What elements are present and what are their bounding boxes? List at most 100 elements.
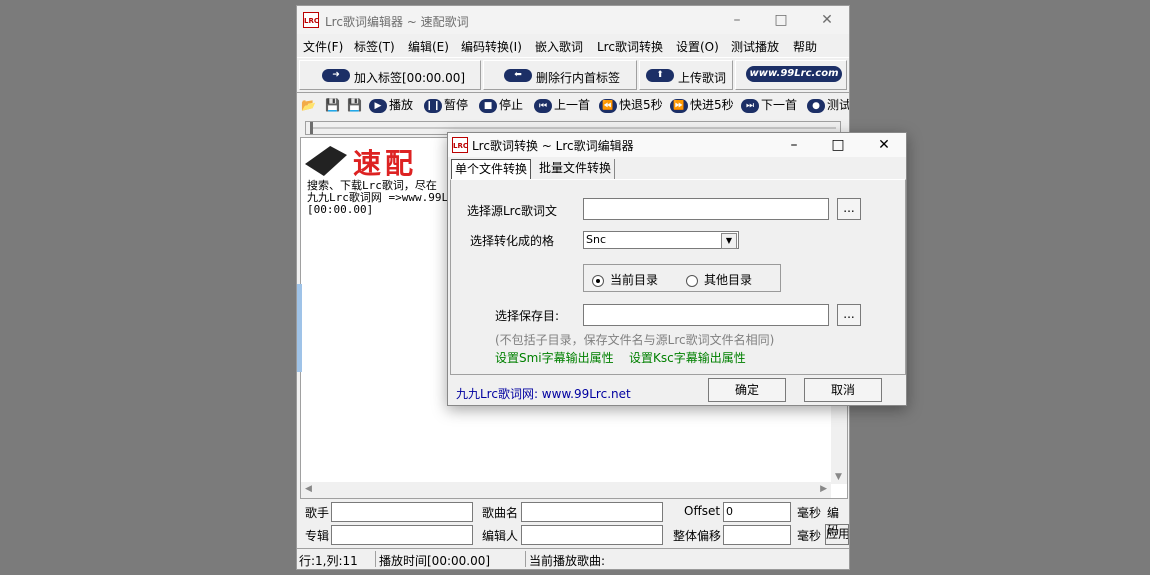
apply-button[interactable]: 应用 [825, 524, 849, 545]
save-dir-label: 选择保存目: [495, 309, 560, 323]
minimize-button[interactable]: – [715, 6, 759, 34]
radio-other-dir[interactable]: 其他目录 [686, 271, 752, 288]
menu-encoding[interactable]: 编码转换(I) [461, 38, 522, 55]
title-bar: LRC Lrc歌词编辑器 ~ 速配歌词 – □ ✕ [297, 6, 849, 34]
banner-logo: 速配 [301, 140, 451, 180]
close-button[interactable]: ✕ [805, 6, 849, 34]
add-tag-label: 加入标签[00:00.00] [354, 71, 466, 85]
song-input[interactable] [521, 502, 663, 522]
browse-source-button[interactable]: ... [837, 198, 861, 220]
dialog-app-icon: LRC [452, 137, 468, 153]
dialog-close-button[interactable]: ✕ [862, 133, 906, 157]
scroll-down-icon[interactable]: ▼ [835, 472, 842, 482]
shift-input[interactable] [723, 525, 791, 545]
tab-batch-file[interactable]: 批量文件转换 [536, 159, 616, 179]
single-file-panel: 选择源Lrc歌词文 ... 选择转化成的格 Snc ▼ 当前目录 其他目录 选择… [450, 179, 906, 375]
pause-button[interactable]: ❙❙ 暂停 [424, 95, 468, 115]
browse-save-button[interactable]: ... [837, 304, 861, 326]
arrow-right-icon: ➜ [322, 69, 350, 82]
editor-content[interactable]: 搜索、下载Lrc歌词，尽在 九九Lrc歌词网 =>www.99Lr [00:00.0… [307, 180, 455, 216]
format-select[interactable]: Snc ▼ [583, 231, 739, 249]
menu-embed[interactable]: 嵌入歌词 [535, 38, 583, 55]
menu-lrc-convert[interactable]: Lrc歌词转换 [597, 38, 663, 55]
site-link-button[interactable]: www.99Lrc.com [735, 60, 847, 90]
editor-name-label: 编辑人 [482, 529, 519, 543]
directory-radio-group: 当前目录 其他目录 [583, 264, 781, 292]
previous-button[interactable]: ⏮ 上一首 [534, 95, 590, 115]
horizontal-scrollbar[interactable]: ◀ ▶ [301, 482, 831, 498]
save-dir-input[interactable] [583, 304, 829, 326]
status-divider [375, 551, 376, 567]
cancel-button[interactable]: 取消 [804, 378, 882, 402]
ok-button[interactable]: 确定 [708, 378, 786, 402]
menu-edit[interactable]: 编辑(E) [408, 38, 449, 55]
test-button[interactable]: ● 测试 [807, 95, 849, 115]
previous-icon: ⏮ [534, 98, 552, 113]
artist-input[interactable] [331, 502, 473, 522]
upload-label: 上传歌词 [678, 71, 727, 85]
dialog-minimize-button[interactable]: – [772, 133, 816, 157]
menu-help[interactable]: 帮助 [793, 38, 817, 55]
stop-icon: ■ [479, 98, 497, 113]
dialog-title: Lrc歌词转换 ~ Lrc歌词编辑器 [472, 139, 634, 153]
delete-tag-button[interactable]: ⬅ 删除行内首标签 [483, 60, 637, 90]
forward-button[interactable]: ⏩ 快进5秒 [670, 95, 734, 115]
ksc-settings-link[interactable]: 设置Ksc字幕输出属性 [629, 349, 746, 366]
upload-button[interactable]: ⬆ 上传歌词 [639, 60, 733, 90]
editor-name-input[interactable] [521, 525, 663, 545]
side-splitter[interactable] [297, 284, 302, 372]
add-tag-button[interactable]: ➜ 加入标签[00:00.00] [299, 60, 481, 90]
save-as-icon[interactable]: 💾 [347, 95, 362, 115]
rewind-button[interactable]: ⏪ 快退5秒 [599, 95, 663, 115]
delete-tag-label: 删除行内首标签 [536, 71, 621, 85]
menu-test-play[interactable]: 测试播放 [731, 38, 779, 55]
smi-settings-link[interactable]: 设置Smi字幕输出属性 [495, 349, 614, 366]
app-icon: LRC [303, 12, 319, 28]
logo-shape [305, 146, 347, 176]
status-cursor: 行:1,列:11 [299, 554, 358, 568]
dialog-title-bar: LRC Lrc歌词转换 ~ Lrc歌词编辑器 – □ ✕ [448, 133, 906, 157]
chevron-down-icon[interactable]: ▼ [721, 233, 737, 249]
save-icon[interactable]: 💾 [325, 95, 340, 115]
site-badge: www.99Lrc.com [746, 66, 842, 82]
ms-label-2: 毫秒 [797, 529, 822, 543]
maximize-button[interactable]: □ [759, 6, 803, 34]
ms-label: 毫秒 [797, 506, 822, 520]
arrow-left-icon: ⬅ [504, 69, 532, 82]
radio-unchecked-icon [686, 274, 698, 287]
fast-forward-icon: ⏩ [670, 98, 688, 113]
source-label: 选择源Lrc歌词文 [467, 204, 557, 218]
slider-thumb[interactable] [310, 122, 313, 134]
status-bar: 行:1,列:11 播放时间[00:00.00] 当前播放歌曲: [297, 548, 849, 569]
artist-label: 歌手 [305, 506, 330, 520]
offset-label: Offset [684, 504, 721, 518]
slider-track [310, 127, 836, 129]
next-icon: ⏭ [741, 98, 759, 113]
album-label: 专辑 [305, 529, 330, 543]
play-icon: ▶ [369, 98, 387, 113]
status-play-time: 播放时间[00:00.00] [379, 554, 491, 568]
window-title: Lrc歌词编辑器 ~ 速配歌词 [325, 15, 469, 29]
dialog-maximize-button[interactable]: □ [816, 133, 860, 157]
shift-label: 整体偏移 [673, 529, 722, 543]
arrow-up-icon: ⬆ [646, 69, 674, 82]
pause-icon: ❙❙ [424, 98, 442, 113]
scroll-right-icon[interactable]: ▶ [820, 484, 827, 494]
album-input[interactable] [331, 525, 473, 545]
play-button[interactable]: ▶ 播放 [369, 95, 413, 115]
menu-bar: 文件(F) 标签(T) 编辑(E) 编码转换(I) 嵌入歌词 Lrc歌词转换 设… [297, 35, 849, 57]
status-current-song: 当前播放歌曲: [529, 554, 606, 568]
menu-file[interactable]: 文件(F) [303, 38, 343, 55]
menu-settings[interactable]: 设置(O) [676, 38, 719, 55]
stop-button[interactable]: ■ 停止 [479, 95, 523, 115]
source-file-input[interactable] [583, 198, 829, 220]
scroll-left-icon[interactable]: ◀ [305, 484, 312, 494]
tab-single-file[interactable]: 单个文件转换 [451, 159, 532, 179]
next-button[interactable]: ⏭ 下一首 [741, 95, 797, 115]
radio-current-dir[interactable]: 当前目录 [592, 271, 658, 288]
open-folder-icon[interactable]: 📂 [301, 95, 316, 115]
menu-tags[interactable]: 标签(T) [354, 38, 395, 55]
banner-text: 速配 [353, 147, 418, 180]
offset-input[interactable]: 0 [723, 502, 791, 522]
site-footer-link[interactable]: 九九Lrc歌词网: www.99Lrc.net [456, 385, 631, 402]
